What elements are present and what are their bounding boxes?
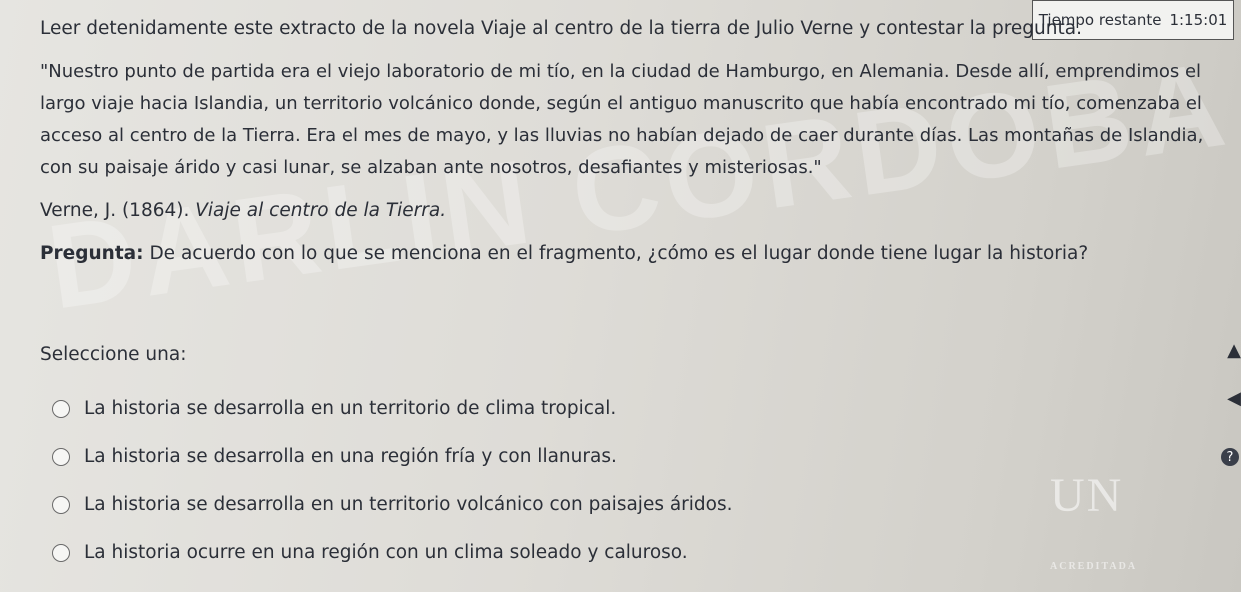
answer-option-3[interactable]: La historia se desarrolla en un territor…: [52, 494, 733, 515]
citation-author: Verne, J. (1864).: [40, 200, 190, 221]
answer-option-2[interactable]: La historia se desarrolla en una región …: [52, 446, 617, 467]
help-icon[interactable]: ?: [1221, 448, 1239, 466]
answer-option-1[interactable]: La historia se desarrolla en un territor…: [52, 398, 616, 419]
select-label: Seleccione una:: [40, 344, 187, 365]
radio-button[interactable]: [52, 543, 70, 562]
radio-button[interactable]: [52, 495, 70, 514]
radio-button[interactable]: [52, 447, 70, 466]
chevron-up-icon[interactable]: ▲: [1227, 340, 1241, 361]
option-label: La historia se desarrolla en un territor…: [84, 398, 617, 419]
university-logo: UN ACREDITADA: [1050, 469, 1138, 572]
option-label: La historia ocurre en una región con un …: [84, 542, 688, 563]
arrow-left-icon[interactable]: ◀: [1227, 388, 1241, 409]
option-label: La historia se desarrolla en una región …: [84, 446, 617, 467]
question: Pregunta: De acuerdo con lo que se menci…: [40, 243, 1088, 264]
question-label: Pregunta:: [40, 243, 144, 264]
timer-value: 1:15:01: [1169, 11, 1228, 29]
citation-title: Viaje al centro de la Tierra.: [195, 200, 447, 221]
option-label: La historia se desarrolla en un territor…: [84, 494, 733, 515]
question-text: De acuerdo con lo que se menciona en el …: [149, 243, 1089, 264]
citation: Verne, J. (1864). Viaje al centro de la …: [40, 200, 446, 221]
answer-option-4[interactable]: La historia ocurre en una región con un …: [52, 542, 688, 563]
novel-excerpt: "Nuestro punto de partida era el viejo l…: [40, 61, 1204, 178]
radio-button[interactable]: [52, 399, 70, 418]
instruction-text: Leer detenidamente este extracto de la n…: [40, 18, 1082, 39]
